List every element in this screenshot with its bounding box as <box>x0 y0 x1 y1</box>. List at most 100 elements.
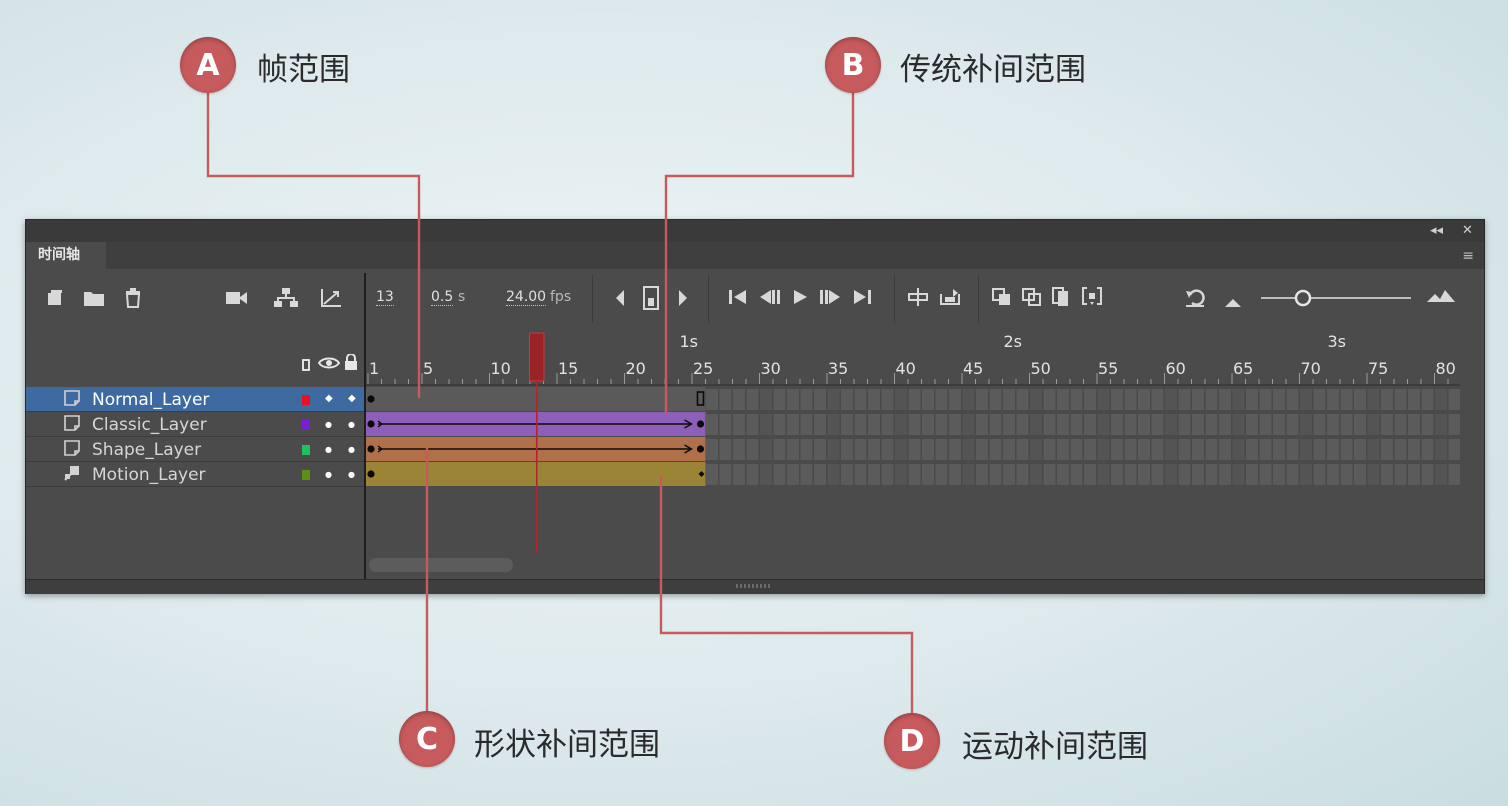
onion-outline-icon[interactable] <box>1022 288 1042 311</box>
center-frame-icon[interactable] <box>908 288 928 311</box>
keyframe-dot <box>367 470 375 478</box>
frame-cell <box>773 464 786 485</box>
frame-cell <box>706 389 718 410</box>
frame-cell <box>1084 389 1096 410</box>
frame-cell <box>1367 389 1380 410</box>
frame-cell <box>760 414 772 435</box>
frame-cell <box>706 464 718 485</box>
onion-skin-icon[interactable] <box>992 288 1012 311</box>
layer-row-shape[interactable]: Shape_Layer ● ● <box>26 437 364 462</box>
frame-cell <box>881 464 894 485</box>
frame-cell <box>1178 389 1191 410</box>
next-keyframe-icon[interactable] <box>677 289 689 312</box>
frame-cell <box>1273 464 1285 485</box>
close-icon[interactable]: ✕ <box>1462 223 1473 238</box>
collapse-panel-icon[interactable]: ◂◂ <box>1430 223 1443 238</box>
layer-name[interactable]: Normal_Layer <box>92 390 209 410</box>
frame-cell <box>841 464 853 485</box>
visibility-dot[interactable]: ● <box>325 445 332 454</box>
layer-color-swatch[interactable] <box>302 445 310 455</box>
frame-cell <box>976 389 988 410</box>
frame-cell <box>800 414 813 435</box>
time-unit: s <box>458 289 466 305</box>
insert-keyframe-icon[interactable] <box>643 286 659 315</box>
onion-range-icon[interactable] <box>1082 287 1102 312</box>
graph-icon[interactable] <box>320 288 342 313</box>
frame-cell <box>1381 439 1393 460</box>
loop-icon[interactable] <box>938 288 962 311</box>
panel-menu-icon[interactable]: ≡ <box>1462 248 1474 264</box>
frame-cell <box>1016 464 1029 485</box>
panel-resize-bar[interactable] <box>26 579 1484 594</box>
frame-cell <box>1151 414 1164 435</box>
frame-cell <box>1219 414 1231 435</box>
visibility-dot[interactable]: ● <box>325 470 332 479</box>
layer-row-classic[interactable]: Classic_Layer ● ● <box>26 412 364 437</box>
layer-name[interactable]: Shape_Layer <box>92 440 201 460</box>
zoom-slider[interactable] <box>1259 289 1413 312</box>
frame-cell <box>1340 439 1353 460</box>
eye-icon[interactable] <box>317 356 341 374</box>
frame-cell <box>760 464 772 485</box>
fps-value[interactable]: 24.00 <box>506 289 547 306</box>
lock-dot[interactable]: ● <box>348 420 355 429</box>
frame-cell <box>989 414 1002 435</box>
frame-cell <box>1259 464 1272 485</box>
frame-cell <box>1030 439 1042 460</box>
layer-name[interactable]: Motion_Layer <box>92 465 206 485</box>
layer-row-normal[interactable]: Normal_Layer ◆ ◆ <box>26 387 364 412</box>
current-frame-value[interactable]: 13 <box>376 289 394 306</box>
zoom-small-icon[interactable] <box>1224 293 1242 313</box>
zoom-large-icon[interactable] <box>1426 288 1456 308</box>
layer-color-swatch[interactable] <box>302 470 310 480</box>
layer-parenting-icon[interactable] <box>274 288 298 313</box>
frame-cell <box>1138 439 1150 460</box>
layer-color-swatch[interactable] <box>302 420 310 430</box>
frames-grid[interactable] <box>366 329 1460 579</box>
frame-cell <box>868 389 880 410</box>
go-first-icon[interactable] <box>728 289 748 310</box>
play-icon[interactable] <box>792 289 808 310</box>
frame-cell <box>800 464 813 485</box>
edit-multiple-icon[interactable] <box>1052 287 1070 312</box>
frame-cell <box>922 464 934 485</box>
resize-grip[interactable] <box>736 584 772 588</box>
delete-icon[interactable] <box>124 288 142 313</box>
new-layer-icon[interactable] <box>46 289 64 312</box>
frame-cell <box>1421 389 1434 410</box>
layer-name[interactable]: Classic_Layer <box>92 415 207 435</box>
layer-row-motion[interactable]: Motion_Layer ● ● <box>26 462 364 487</box>
visibility-dot[interactable]: ● <box>325 420 332 429</box>
frame-cell <box>976 439 988 460</box>
go-last-icon[interactable] <box>852 289 872 310</box>
step-back-icon[interactable] <box>759 289 781 310</box>
lock-dot[interactable]: ● <box>348 470 355 479</box>
toolbar-separator <box>592 275 593 323</box>
frame-cell <box>1016 439 1029 460</box>
step-forward-icon[interactable] <box>819 289 841 310</box>
frame-cell <box>787 464 799 485</box>
time-value[interactable]: 0.5 <box>431 289 454 306</box>
horizontal-scrollbar[interactable] <box>369 558 513 572</box>
fps-unit: fps <box>550 289 572 305</box>
camera-icon[interactable] <box>226 290 248 310</box>
frame-cell <box>1111 439 1123 460</box>
frame-cell <box>1232 439 1245 460</box>
outline-toggle-icon[interactable] <box>302 357 310 375</box>
frame-cell <box>1421 414 1434 435</box>
frame-cell <box>733 414 745 435</box>
undo-icon[interactable] <box>1184 287 1206 312</box>
layer-color-swatch[interactable] <box>302 395 310 405</box>
prev-keyframe-icon[interactable] <box>614 289 626 312</box>
frame-cell <box>1097 464 1110 485</box>
frame-cell <box>1367 464 1380 485</box>
frame-cell <box>1124 464 1137 485</box>
frame-cell <box>1448 464 1460 485</box>
new-folder-icon[interactable] <box>83 289 105 312</box>
lock-dot[interactable]: ● <box>348 445 355 454</box>
lock-icon[interactable] <box>344 353 358 374</box>
visibility-dot[interactable]: ◆ <box>325 393 333 404</box>
frame-cell <box>1313 414 1326 435</box>
lock-dot[interactable]: ◆ <box>348 393 356 404</box>
tab-timeline[interactable]: 时间轴 <box>26 242 106 269</box>
